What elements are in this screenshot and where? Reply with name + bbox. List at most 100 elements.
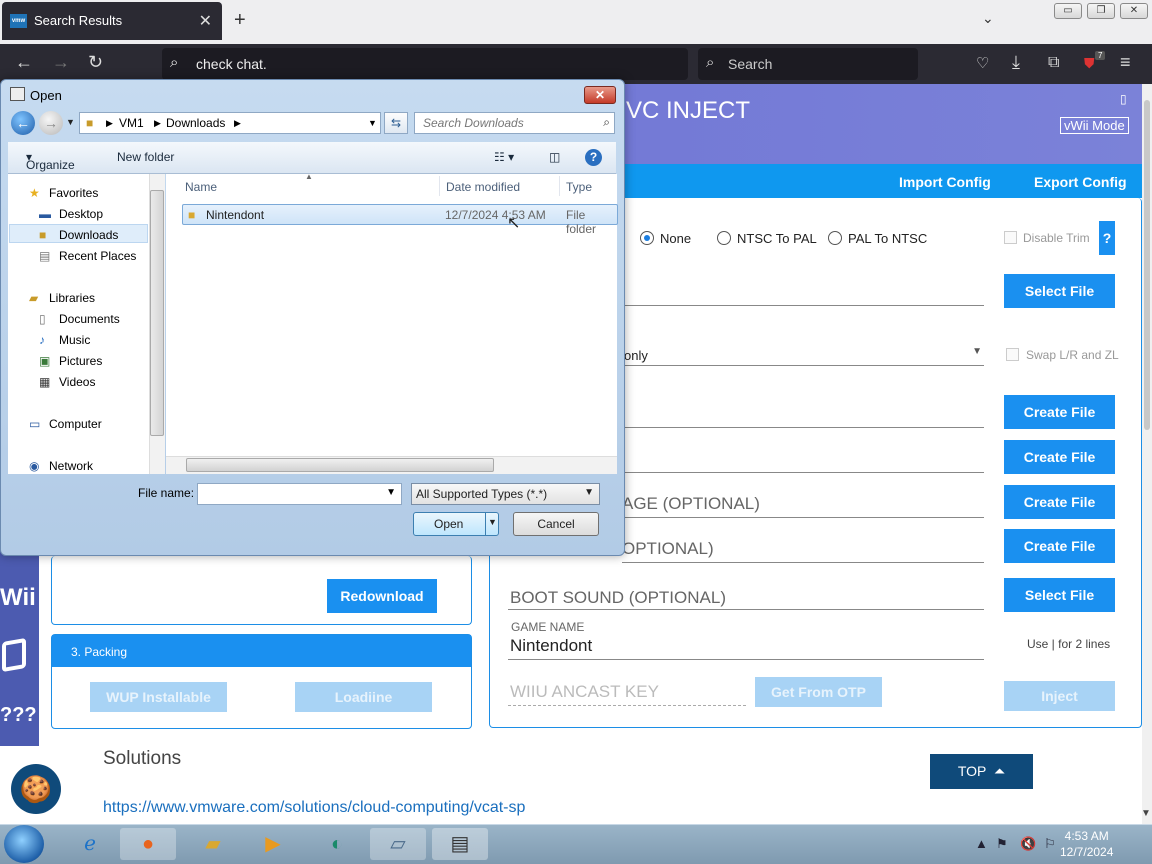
browser-tab[interactable]: vmw Search Results ✕ <box>2 2 222 40</box>
notepad-icon[interactable]: ▱ <box>370 828 426 860</box>
breadcrumb-arrow-icon[interactable]: ▶ <box>106 118 113 129</box>
breadcrumb-vm1[interactable]: VM1 <box>119 116 144 130</box>
pocket-icon[interactable]: ♡ <box>976 54 989 72</box>
create-file-button[interactable]: Create File <box>1004 485 1115 519</box>
file-name-dropdown-icon[interactable]: ▼ <box>386 487 396 498</box>
back-icon[interactable]: ← <box>15 52 33 73</box>
start-button[interactable] <box>4 825 44 863</box>
column-type[interactable]: Type <box>566 180 592 194</box>
new-folder-button[interactable]: New folder <box>117 150 174 164</box>
minimize-window-button[interactable]: ▭ <box>1054 3 1082 19</box>
column-name[interactable]: Name <box>185 180 217 194</box>
gamepad-dropdown[interactable]: only ▼ <box>622 344 984 366</box>
help-icon[interactable]: ? <box>585 149 602 166</box>
banner-path-input[interactable] <box>622 451 984 473</box>
column-divider[interactable] <box>559 176 560 196</box>
new-tab-button[interactable]: + <box>234 9 246 32</box>
search-bar[interactable]: ⌕ Search <box>698 48 918 80</box>
ancast-key-input[interactable]: WIIU ANCAST KEY <box>508 682 746 706</box>
breadcrumb-arrow-icon[interactable]: ▶ <box>234 118 241 129</box>
breadcrumb-downloads[interactable]: Downloads <box>166 116 225 130</box>
rail-other-label[interactable]: ??? <box>0 704 37 727</box>
extensions-icon[interactable]: ⧉ <box>1048 54 1059 72</box>
show-hidden-icons[interactable]: ▲ <box>975 836 988 851</box>
forward-icon[interactable]: → <box>52 52 70 73</box>
create-file-button[interactable]: Create File <box>1004 529 1115 563</box>
scroll-down-icon[interactable]: ▼ <box>1141 808 1151 819</box>
logo-image-input[interactable]: OPTIONAL) <box>622 539 984 563</box>
nav-downloads[interactable]: ■ Downloads <box>39 228 118 242</box>
inject-button[interactable]: Inject <box>1004 681 1115 711</box>
nav-recent-places[interactable]: ▤ Recent Places <box>39 249 136 263</box>
open-dropdown-icon[interactable]: ▼ <box>488 517 497 527</box>
close-window-button[interactable]: ✕ <box>1120 3 1148 19</box>
network-tray-icon[interactable]: ⚐ <box>1044 836 1056 852</box>
cookie-settings-icon[interactable]: 🍪 <box>11 764 61 814</box>
breadcrumb-arrow-icon[interactable]: ▶ <box>154 118 161 129</box>
green-app-icon[interactable]: ◐ <box>309 828 365 860</box>
loadiine-button[interactable]: Loadiine <box>295 682 432 712</box>
solutions-link[interactable]: https://www.vmware.com/solutions/cloud-c… <box>103 799 525 817</box>
forward-icon[interactable]: → <box>39 111 63 135</box>
url-bar[interactable]: ⌕ check chat. <box>162 48 688 80</box>
export-config-button[interactable]: Export Config <box>1034 174 1127 190</box>
back-to-top-button[interactable]: TOP ⏶ <box>930 754 1033 789</box>
reload-icon[interactable]: ↻ <box>88 52 103 73</box>
nav-documents[interactable]: ▯ Documents <box>39 312 120 326</box>
rail-wii-label[interactable]: Wii <box>0 584 36 612</box>
app-minimize-icon[interactable]: ▯ <box>1120 92 1127 106</box>
back-icon[interactable]: ← <box>11 111 35 135</box>
disable-trim-checkbox[interactable] <box>1004 231 1017 244</box>
gamecube-icon[interactable] <box>2 637 26 673</box>
help-button[interactable]: ? <box>1099 221 1115 255</box>
file-row[interactable]: ■ Nintendont 12/7/2024 4:53 AM File fold… <box>182 204 618 236</box>
preview-pane-icon[interactable]: ◫ <box>549 150 560 164</box>
address-bar[interactable]: ■ ▶ VM1 ▶ Downloads ▶ ▼ <box>79 112 381 134</box>
file-explorer-icon[interactable]: ▰ <box>185 828 241 860</box>
swap-lr-checkbox[interactable] <box>1006 348 1019 361</box>
address-dropdown-icon[interactable]: ▼ <box>368 118 377 128</box>
nav-music[interactable]: ♪ Music <box>39 333 90 347</box>
refresh-icon[interactable]: ⇆ <box>384 112 408 134</box>
column-divider[interactable] <box>439 176 440 196</box>
tab-close-icon[interactable]: ✕ <box>199 11 212 31</box>
redownload-button[interactable]: Redownload <box>327 579 437 613</box>
restore-window-button[interactable]: ❐ <box>1087 3 1115 19</box>
icon-path-input[interactable] <box>622 406 984 428</box>
downloads-icon[interactable]: ⤓ <box>1012 52 1020 73</box>
game-name-input[interactable]: Nintendont <box>508 634 984 660</box>
open-button[interactable]: Open ▼ <box>413 512 499 536</box>
drc-image-input[interactable]: AGE (OPTIONAL) <box>622 494 984 518</box>
nav-favorites[interactable]: ★ Favorites <box>29 186 98 200</box>
media-player-icon[interactable]: ▶ <box>245 828 301 860</box>
boot-sound-input[interactable]: BOOT SOUND (OPTIONAL) <box>508 588 984 610</box>
nav-network[interactable]: ◉ Network <box>29 459 93 473</box>
create-file-button[interactable]: Create File <box>1004 395 1115 429</box>
action-center-icon[interactable]: ⚑ <box>996 836 1008 852</box>
create-file-button[interactable]: Create File <box>1004 440 1115 474</box>
wup-installable-button[interactable]: WUP Installable <box>90 682 227 712</box>
cancel-button[interactable]: Cancel <box>513 512 599 536</box>
nav-scrollbar-thumb[interactable] <box>150 190 164 436</box>
get-from-otp-button[interactable]: Get From OTP <box>755 677 882 707</box>
file-type-filter[interactable]: All Supported Types (*.*) ▼ <box>411 483 600 505</box>
rom-path-input[interactable] <box>622 284 984 306</box>
recent-locations-chevron-icon[interactable]: ▼ <box>66 117 75 127</box>
select-file-button[interactable]: Select File <box>1004 578 1115 612</box>
ublock-icon[interactable]: ⛊ 7 <box>1084 51 1106 72</box>
nav-pictures[interactable]: ▣ Pictures <box>39 354 102 368</box>
page-scrollbar-thumb[interactable] <box>1144 100 1150 430</box>
organize-button[interactable]: Organize ▾ <box>26 150 75 172</box>
internet-explorer-icon[interactable]: ℯ <box>62 828 118 860</box>
column-date-modified[interactable]: Date modified <box>446 180 520 194</box>
dialog-close-button[interactable]: ✕ <box>584 86 616 104</box>
search-downloads-input[interactable]: Search Downloads ⌕ <box>414 112 615 134</box>
nav-libraries[interactable]: ▰ Libraries <box>29 291 95 305</box>
nav-desktop[interactable]: ▬ Desktop <box>39 207 103 221</box>
view-options-icon[interactable]: ☷ ▾ <box>494 150 514 164</box>
menu-icon[interactable]: ≡ <box>1120 52 1131 73</box>
radio-ntsc-to-pal[interactable] <box>717 231 731 245</box>
radio-pal-to-ntsc[interactable] <box>828 231 842 245</box>
list-tabs-chevron-icon[interactable]: ⌄ <box>982 10 994 27</box>
nav-computer[interactable]: ▭ Computer <box>29 417 102 431</box>
